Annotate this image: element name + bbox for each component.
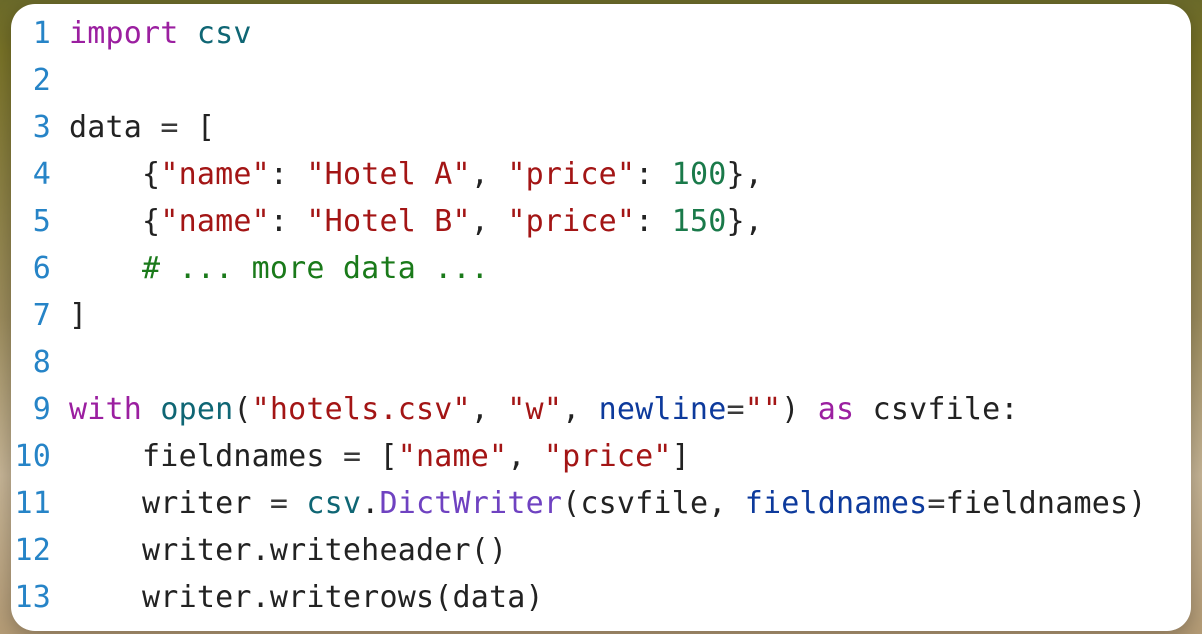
- code-line: 10 fieldnames = ["name", "price"]: [11, 433, 1191, 480]
- token: ,: [471, 392, 508, 427]
- code-content: writer.writeheader(): [69, 527, 1191, 574]
- token: fieldnames: [69, 439, 343, 474]
- token: # ... more data ...: [142, 251, 489, 286]
- token: {: [69, 204, 160, 239]
- token: as: [818, 392, 855, 427]
- token: =: [927, 486, 945, 521]
- token: =: [160, 110, 178, 145]
- token: =: [343, 439, 361, 474]
- token: "w": [507, 392, 562, 427]
- token: },: [726, 204, 763, 239]
- code-content: ]: [69, 292, 1191, 339]
- code-line: 3data = [: [11, 104, 1191, 151]
- token: DictWriter: [379, 486, 562, 521]
- code-line: 6 # ... more data ...: [11, 245, 1191, 292]
- token: ): [781, 392, 818, 427]
- token: 100: [672, 157, 727, 192]
- line-number: 7: [11, 292, 69, 339]
- code-line: 8: [11, 339, 1191, 386]
- token: import: [69, 16, 179, 51]
- token: ,: [471, 204, 508, 239]
- token: "price": [507, 204, 635, 239]
- line-number: 3: [11, 104, 69, 151]
- token: open: [160, 392, 233, 427]
- token: data: [69, 110, 160, 145]
- token: csvfile:: [854, 392, 1018, 427]
- token: "name": [160, 157, 270, 192]
- token: "price": [544, 439, 672, 474]
- code-line: 13 writer.writerows(data): [11, 574, 1191, 621]
- token: ]: [69, 298, 87, 333]
- code-content: with open("hotels.csv", "w", newline="")…: [69, 386, 1191, 433]
- token: (csvfile,: [562, 486, 745, 521]
- token: csv: [306, 486, 361, 521]
- token: ,: [507, 439, 544, 474]
- code-line: 1import csv: [11, 10, 1191, 57]
- token: "": [745, 392, 782, 427]
- token: fieldnames): [946, 486, 1147, 521]
- code-line: 11 writer = csv.DictWriter(csvfile, fiel…: [11, 480, 1191, 527]
- line-number: 10: [11, 433, 69, 480]
- token: [: [361, 439, 398, 474]
- token: :: [635, 157, 672, 192]
- token: "price": [507, 157, 635, 192]
- token: {: [69, 157, 160, 192]
- token: [: [179, 110, 216, 145]
- line-number: 9: [11, 386, 69, 433]
- line-number: 12: [11, 527, 69, 574]
- token: =: [270, 486, 288, 521]
- token: },: [726, 157, 763, 192]
- token: [288, 486, 306, 521]
- code-line: 9with open("hotels.csv", "w", newline=""…: [11, 386, 1191, 433]
- code-line: 5 {"name": "Hotel B", "price": 150},: [11, 198, 1191, 245]
- line-number: 4: [11, 151, 69, 198]
- token: ,: [562, 392, 599, 427]
- token: writer: [69, 486, 270, 521]
- token: ]: [672, 439, 690, 474]
- token: :: [635, 204, 672, 239]
- token: 150: [672, 204, 727, 239]
- token: =: [726, 392, 744, 427]
- token: [179, 16, 197, 51]
- token: .: [361, 486, 379, 521]
- code-content: import csv: [69, 10, 1191, 57]
- token: (: [233, 392, 251, 427]
- token: "name": [160, 204, 270, 239]
- token: fieldnames: [745, 486, 928, 521]
- code-block: 1import csv23data = [4 {"name": "Hotel A…: [11, 4, 1191, 631]
- code-content: data = [: [69, 104, 1191, 151]
- code-content: writer.writerows(data): [69, 574, 1191, 621]
- line-number: 1: [11, 10, 69, 57]
- code-line: 12 writer.writeheader(): [11, 527, 1191, 574]
- token: "Hotel A": [306, 157, 470, 192]
- code-content: {"name": "Hotel B", "price": 150},: [69, 198, 1191, 245]
- token: :: [270, 157, 307, 192]
- code-content: writer = csv.DictWriter(csvfile, fieldna…: [69, 480, 1191, 527]
- token: newline: [599, 392, 727, 427]
- token: "hotels.csv": [252, 392, 471, 427]
- code-content: # ... more data ...: [69, 245, 1191, 292]
- token: writer.writerows(data): [69, 580, 544, 615]
- token: "Hotel B": [306, 204, 470, 239]
- code-content: fieldnames = ["name", "price"]: [69, 433, 1191, 480]
- token: [142, 392, 160, 427]
- token: with: [69, 392, 142, 427]
- token: :: [270, 204, 307, 239]
- line-number: 13: [11, 574, 69, 621]
- code-line: 7]: [11, 292, 1191, 339]
- token: writer.writeheader(): [69, 533, 507, 568]
- line-number: 8: [11, 339, 69, 386]
- line-number: 6: [11, 245, 69, 292]
- line-number: 11: [11, 480, 69, 527]
- code-line: 4 {"name": "Hotel A", "price": 100},: [11, 151, 1191, 198]
- token: [69, 251, 142, 286]
- line-number: 5: [11, 198, 69, 245]
- code-line: 2: [11, 57, 1191, 104]
- code-content: {"name": "Hotel A", "price": 100},: [69, 151, 1191, 198]
- token: "name": [398, 439, 508, 474]
- token: csv: [197, 16, 252, 51]
- line-number: 2: [11, 57, 69, 104]
- token: ,: [471, 157, 508, 192]
